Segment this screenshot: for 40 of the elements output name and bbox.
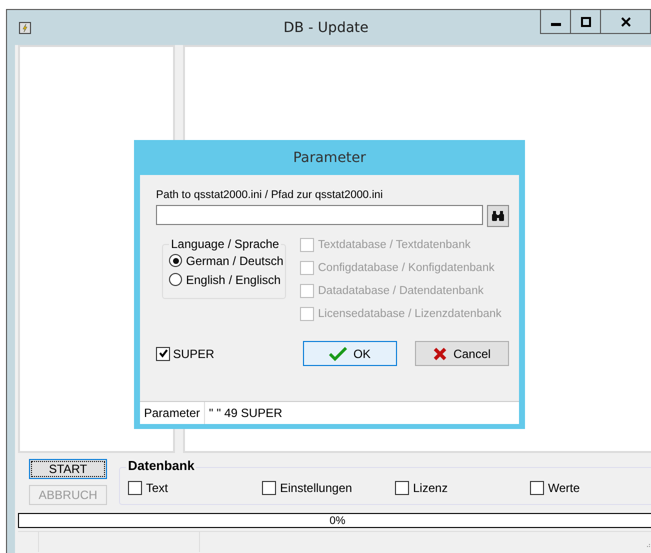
- checkbox-label: Einstellungen: [280, 481, 352, 495]
- checkmark-icon: [329, 346, 348, 360]
- dialog-button[interactable]: OK: [303, 341, 397, 366]
- dialog-button[interactable]: Cancel: [415, 341, 509, 366]
- checkbox-label: Configdatabase / Konfigdatenbank: [318, 262, 494, 274]
- close-button[interactable]: [600, 10, 651, 34]
- checkbox-label: Datadatabase / Datendatenbank: [318, 284, 484, 296]
- maximize-icon: [580, 16, 590, 26]
- close-icon: [620, 16, 630, 26]
- action-button[interactable]: START: [29, 459, 107, 479]
- cross-icon: [433, 346, 448, 360]
- checkbox-label: SUPER: [173, 346, 214, 360]
- checkbox-label: Textdatabase / Textdatenbank: [318, 238, 471, 250]
- path-input-field[interactable]: [156, 205, 484, 225]
- status-text: " " 49 SUPER: [208, 405, 284, 422]
- radio-button[interactable]: [169, 273, 182, 286]
- checkbox-label: Licensedatabase / Lizenzdatenbank: [318, 308, 502, 320]
- group-title: Language / Sprache: [170, 237, 280, 251]
- minimize-button[interactable]: [540, 10, 571, 34]
- dialog-title: Parameter: [293, 148, 366, 168]
- radio-button[interactable]: [169, 254, 182, 267]
- checkbox-label: Text: [146, 481, 168, 495]
- checkbox[interactable]: [395, 481, 409, 495]
- minimize-icon: [550, 23, 560, 26]
- lightning-icon: [19, 22, 31, 34]
- binoculars-icon: [491, 210, 506, 222]
- progress-text: 0%: [330, 514, 346, 526]
- window-title: DB - Update: [283, 20, 369, 36]
- browse-button[interactable]: [487, 205, 509, 227]
- group-title: Datenbank: [126, 458, 196, 473]
- checkbox-label: Werte: [548, 481, 580, 495]
- radio-label: German / Deutsch: [186, 254, 284, 268]
- checkbox[interactable]: [530, 481, 544, 495]
- checkbox[interactable]: [262, 481, 276, 495]
- status-text: Parameter: [140, 402, 206, 424]
- checkbox-label: Lizenz: [413, 481, 448, 495]
- checkbox[interactable]: [156, 346, 170, 360]
- checkbox[interactable]: [128, 481, 142, 495]
- path-label: Path to qsstat2000.ini / Pfad zur qsstat2000.ini: [156, 189, 384, 203]
- radio-label: English / Englisch: [186, 272, 281, 286]
